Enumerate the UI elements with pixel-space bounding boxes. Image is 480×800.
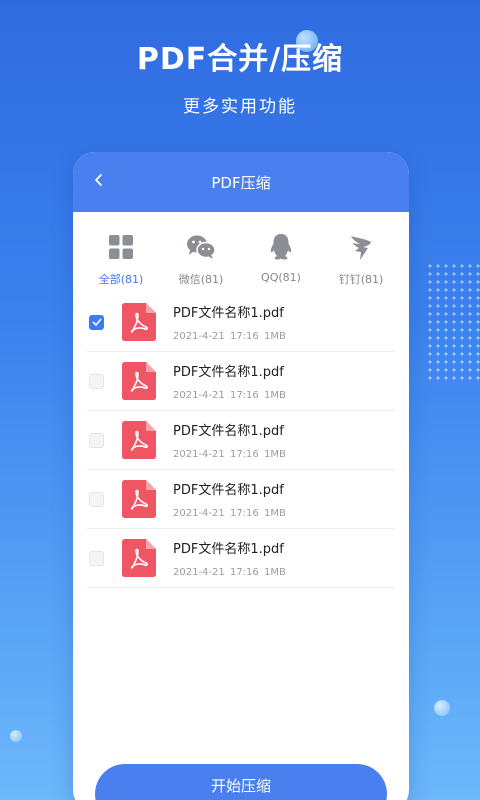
file-name: PDF文件名称1.pdf <box>173 483 284 498</box>
dingtalk-icon <box>346 232 376 262</box>
file-name: PDF文件名称1.pdf <box>173 365 284 380</box>
file-date: 2021-4-21 <box>173 508 225 519</box>
file-checkbox[interactable] <box>89 373 104 389</box>
tab-wechat-label: 微信(81) <box>178 273 224 286</box>
pdf-file-icon <box>122 303 156 341</box>
check-icon <box>91 318 102 326</box>
file-meta: PDF文件名称1.pdf 2021-4-21 17:16 1MB <box>173 479 286 519</box>
list-item[interactable]: PDF文件名称1.pdf 2021-4-21 17:16 1MB <box>87 411 395 470</box>
file-list: PDF文件名称1.pdf 2021-4-21 17:16 1MB PDF文件名称… <box>73 293 409 588</box>
file-info: 2021-4-21 17:16 1MB <box>173 449 286 460</box>
file-time: 17:16 <box>229 508 259 519</box>
file-info: 2021-4-21 17:16 1MB <box>173 390 286 401</box>
qq-icon <box>266 232 296 262</box>
hero-subtitle: 更多实用功能 <box>183 97 297 117</box>
tab-dingtalk-label: 钉钉(81) <box>338 273 384 286</box>
tab-all-label: 全部(81) <box>98 273 144 286</box>
file-date: 2021-4-21 <box>173 567 225 578</box>
wechat-icon <box>186 232 216 262</box>
pdf-file-icon <box>122 480 156 518</box>
file-date: 2021-4-21 <box>173 390 225 401</box>
file-info: 2021-4-21 17:16 1MB <box>173 331 286 342</box>
file-meta: PDF文件名称1.pdf 2021-4-21 17:16 1MB <box>173 302 286 342</box>
file-time: 17:16 <box>229 449 259 460</box>
file-checkbox[interactable] <box>89 432 104 448</box>
pdf-file-icon <box>122 421 156 459</box>
list-item[interactable]: PDF文件名称1.pdf 2021-4-21 17:16 1MB <box>87 293 395 352</box>
file-checkbox[interactable] <box>89 314 104 330</box>
file-size: 1MB <box>263 390 286 401</box>
grid-icon <box>106 232 136 262</box>
file-time: 17:16 <box>229 390 259 401</box>
screen-title: PDF压缩 <box>211 174 271 192</box>
phone-screen: PDF压缩 全部(81) 微信(81) QQ(81) 钉钉(81) PDF文件名… <box>73 152 409 800</box>
start-compress-button[interactable]: 开始压缩 <box>95 764 387 800</box>
list-item[interactable]: PDF文件名称1.pdf 2021-4-21 17:16 1MB <box>87 352 395 411</box>
file-size: 1MB <box>263 331 286 342</box>
file-info: 2021-4-21 17:16 1MB <box>173 508 286 519</box>
file-name: PDF文件名称1.pdf <box>173 306 284 321</box>
file-name: PDF文件名称1.pdf <box>173 424 284 439</box>
tab-qq-label: QQ(81) <box>261 271 301 284</box>
pdf-file-icon <box>122 539 156 577</box>
hero-title: PDF合并/压缩 <box>136 42 344 77</box>
file-size: 1MB <box>263 567 286 578</box>
file-meta: PDF文件名称1.pdf 2021-4-21 17:16 1MB <box>173 420 286 460</box>
file-date: 2021-4-21 <box>173 331 225 342</box>
file-checkbox[interactable] <box>89 491 104 507</box>
file-time: 17:16 <box>229 331 259 342</box>
list-item[interactable]: PDF文件名称1.pdf 2021-4-21 17:16 1MB <box>87 470 395 529</box>
decor-bubble <box>10 730 22 742</box>
file-meta: PDF文件名称1.pdf 2021-4-21 17:16 1MB <box>173 538 286 578</box>
list-item[interactable]: PDF文件名称1.pdf 2021-4-21 17:16 1MB <box>87 529 395 588</box>
file-checkbox[interactable] <box>89 550 104 566</box>
file-meta: PDF文件名称1.pdf 2021-4-21 17:16 1MB <box>173 361 286 401</box>
decor-bubble <box>434 700 450 716</box>
file-time: 17:16 <box>229 567 259 578</box>
top-bar: PDF压缩 <box>73 152 409 212</box>
decor-dot-pattern <box>426 262 480 382</box>
file-info: 2021-4-21 17:16 1MB <box>173 567 286 578</box>
pdf-file-icon <box>122 362 156 400</box>
file-size: 1MB <box>263 449 286 460</box>
file-name: PDF文件名称1.pdf <box>173 542 284 557</box>
file-date: 2021-4-21 <box>173 449 225 460</box>
file-size: 1MB <box>263 508 286 519</box>
